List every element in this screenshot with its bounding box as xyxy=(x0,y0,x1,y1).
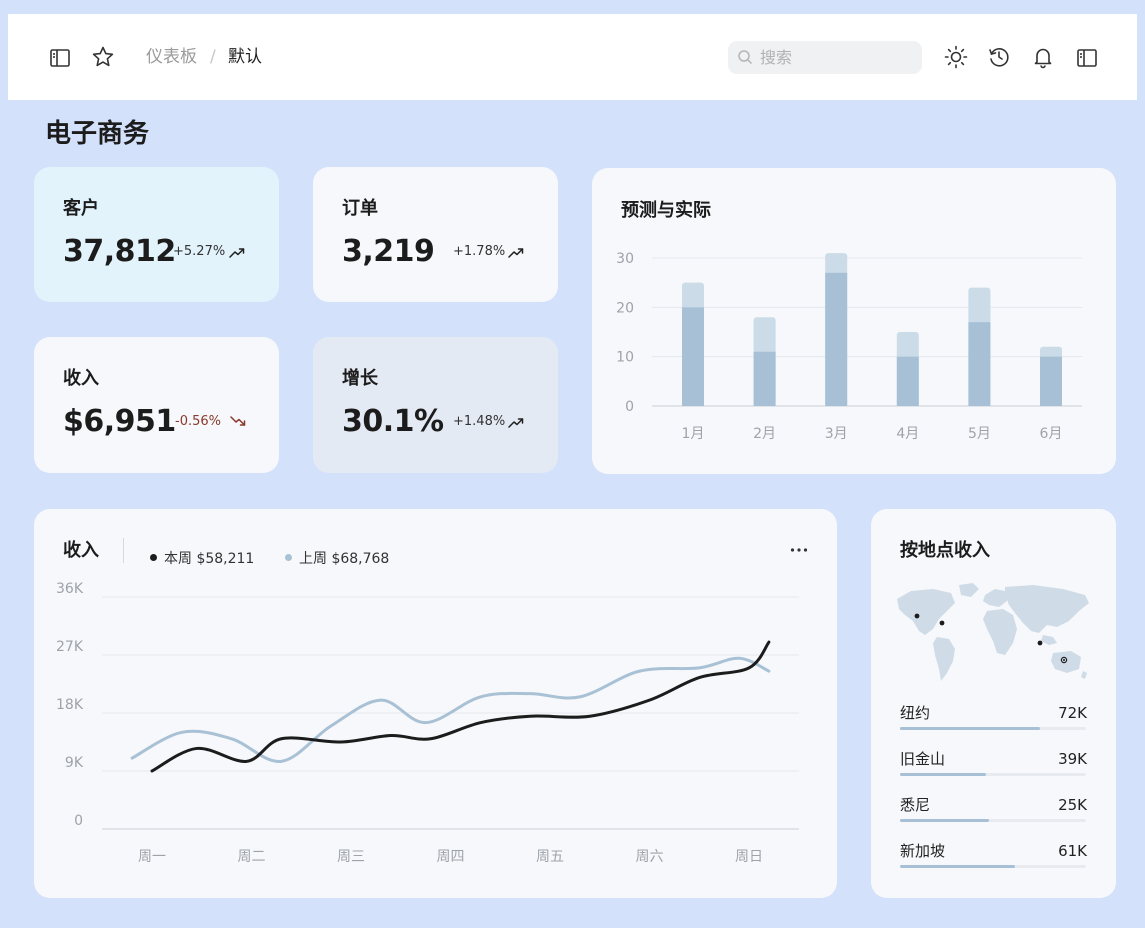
projections-bar-chart: 0 10 20 30 1月 2月 3月 4月 5月 6月 xyxy=(616,251,1082,442)
kpi-change: +1.48% xyxy=(453,414,506,429)
x-tick-label: 周二 xyxy=(238,849,266,865)
bar-actual[interactable] xyxy=(753,351,776,406)
x-tick-label: 2月 xyxy=(753,426,776,442)
projections-card: 预测与实际 0 10 20 30 1月 2月 3月 4月 5月 6月 xyxy=(592,168,1116,474)
location-bar-fill xyxy=(900,773,986,776)
location-bar-fill xyxy=(900,727,1040,730)
location-title: 按地点收入 xyxy=(900,540,990,561)
y-tick-label: 30 xyxy=(616,251,634,267)
kpi-change: +5.27% xyxy=(173,244,226,259)
kpi-value: 37,812 xyxy=(63,234,176,269)
x-tick-label: 5月 xyxy=(968,426,991,442)
sun-icon[interactable] xyxy=(944,45,968,69)
location-bar-fill xyxy=(900,865,1016,868)
kpi-card-orders[interactable]: 订单 3,219 +1.78% xyxy=(313,167,558,302)
history-icon[interactable] xyxy=(987,45,1011,69)
x-tick-label: 周五 xyxy=(536,849,564,865)
y-tick-label: 36K xyxy=(56,581,84,597)
x-tick-label: 周三 xyxy=(337,849,365,865)
trend-up-icon xyxy=(508,418,524,428)
x-tick-label: 周六 xyxy=(636,849,664,865)
location-bar xyxy=(900,773,1086,776)
y-tick-label: 0 xyxy=(74,813,83,829)
kpi-label: 订单 xyxy=(342,198,378,219)
panel-toggle-icon[interactable] xyxy=(1075,46,1099,70)
kpi-change: +1.78% xyxy=(453,244,506,259)
world-map xyxy=(897,583,1089,681)
location-value: 39K xyxy=(1058,750,1087,768)
bar-actual[interactable] xyxy=(682,307,704,406)
revenue-by-location-card: 按地点收入 纽约 72K 旧金山 39K 悉尼 25K 新加坡 61K xyxy=(871,509,1116,898)
kpi-card-revenue[interactable]: 收入 $6,951 -0.56% xyxy=(34,337,279,473)
trend-down-icon xyxy=(230,416,246,426)
search-icon xyxy=(738,50,753,65)
bell-icon[interactable] xyxy=(1031,45,1055,69)
location-name: 新加坡 xyxy=(900,842,946,860)
x-tick-label: 3月 xyxy=(825,426,848,442)
kpi-value: $6,951 xyxy=(63,404,176,439)
sidebar-toggle-icon[interactable] xyxy=(48,46,72,70)
kpi-change: -0.56% xyxy=(175,414,221,429)
page-title: 电子商务 xyxy=(45,119,150,149)
top-bar: 仪表板 / 默认 xyxy=(8,14,1137,100)
x-tick-label: 1月 xyxy=(682,426,705,442)
y-tick-label: 0 xyxy=(625,399,634,415)
kpi-card-customers[interactable]: 客户 37,812 +5.27% xyxy=(34,167,279,302)
kpi-label: 收入 xyxy=(63,368,99,389)
star-icon[interactable] xyxy=(91,45,115,69)
location-bar-fill xyxy=(900,819,990,822)
bar-actual[interactable] xyxy=(825,272,848,406)
location-name: 旧金山 xyxy=(900,750,946,768)
trend-up-icon xyxy=(508,248,524,258)
y-tick-label: 20 xyxy=(616,300,634,316)
x-tick-label: 6月 xyxy=(1040,426,1063,442)
x-tick-label: 周日 xyxy=(735,849,763,865)
x-tick-label: 周一 xyxy=(138,849,166,865)
y-tick-label: 9K xyxy=(65,755,84,771)
revenue-line-card: 收入 本周 $58,211 上周 $68,768 0 9K 18K 27K 36K 周一周… xyxy=(34,509,837,898)
location-value: 72K xyxy=(1058,704,1087,722)
location-value: 61K xyxy=(1058,842,1087,860)
kpi-label: 增长 xyxy=(342,368,378,389)
breadcrumb-current: 默认 xyxy=(228,47,262,67)
kpi-card-growth[interactable]: 增长 30.1% +1.48% xyxy=(313,337,558,473)
location-name: 纽约 xyxy=(900,704,931,722)
bar-actual[interactable] xyxy=(896,356,919,406)
breadcrumb-separator: / xyxy=(210,47,216,67)
kpi-value: 3,219 xyxy=(342,234,435,269)
location-bar xyxy=(900,865,1086,868)
trend-up-icon xyxy=(229,248,245,258)
revenue-line-chart: 0 9K 18K 27K 36K 周一 周二 周三 周四 周五 周六 周日 xyxy=(56,581,799,865)
bar-actual[interactable] xyxy=(1040,356,1062,406)
location-name: 悉尼 xyxy=(900,796,931,814)
breadcrumb-root[interactable]: 仪表板 xyxy=(146,46,197,68)
location-bar xyxy=(900,727,1086,730)
location-value: 25K xyxy=(1058,796,1087,814)
x-tick-label: 4月 xyxy=(896,426,919,442)
line-last-week[interactable] xyxy=(130,656,771,763)
bar-actual[interactable] xyxy=(968,322,991,406)
kpi-label: 客户 xyxy=(63,198,99,219)
kpi-value: 30.1% xyxy=(342,404,444,439)
location-bar xyxy=(900,819,1086,822)
y-tick-label: 10 xyxy=(616,350,634,366)
y-tick-label: 27K xyxy=(56,639,84,655)
y-tick-label: 18K xyxy=(56,697,84,713)
x-tick-label: 周四 xyxy=(437,849,465,865)
search-box[interactable] xyxy=(728,41,922,74)
search-input[interactable] xyxy=(760,46,910,69)
